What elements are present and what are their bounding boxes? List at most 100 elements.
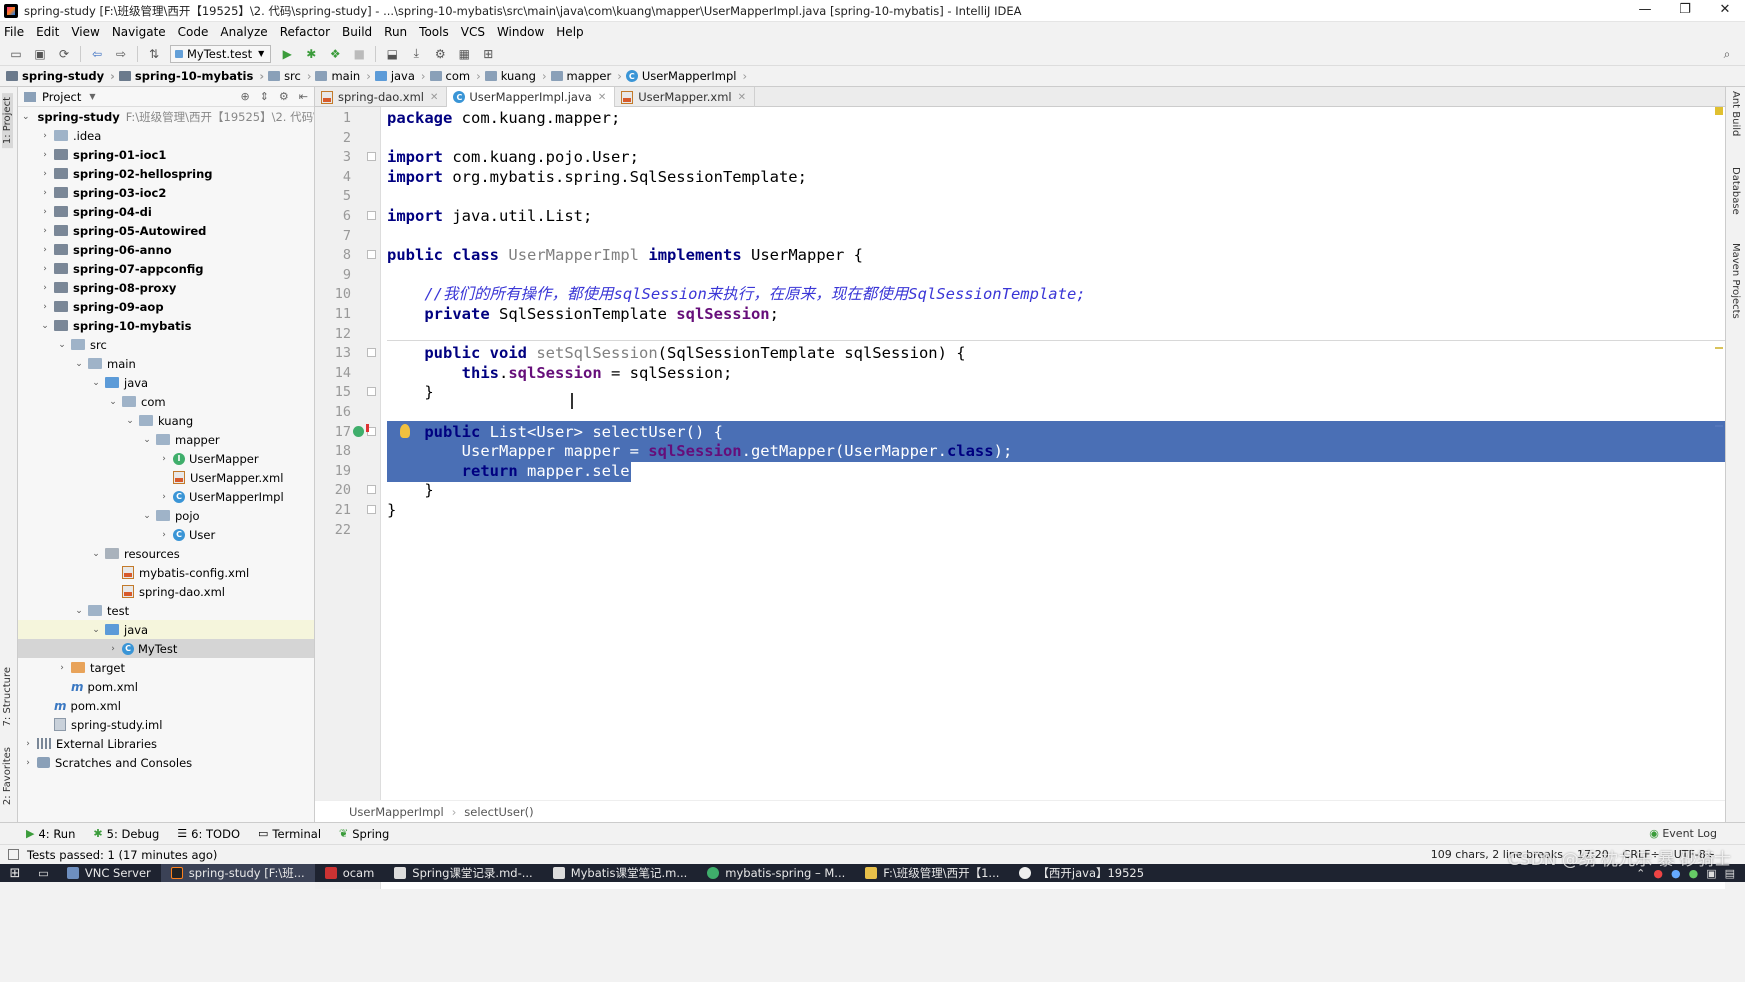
- menu-file[interactable]: File: [4, 25, 24, 39]
- menu-analyze[interactable]: Analyze: [220, 25, 267, 39]
- menu-run[interactable]: Run: [384, 25, 407, 39]
- code-line[interactable]: UserMapper mapper = sqlSession.getMapper…: [387, 440, 1013, 462]
- error-stripe[interactable]: [1713, 107, 1725, 889]
- tool-windows-icon[interactable]: [8, 849, 19, 860]
- code-line[interactable]: }: [387, 499, 396, 521]
- line-number[interactable]: 18: [315, 440, 351, 462]
- taskbar-item[interactable]: 【西开java】19525: [1009, 864, 1154, 882]
- code-line[interactable]: package com.kuang.mapper;: [387, 107, 620, 129]
- tree-item[interactable]: ⌄ kuang: [18, 411, 314, 430]
- code-editor[interactable]: 1 2 3 4 5 6 7 8 9 10 11 12 13 14 15 16 17 18 19 20 21 22 pack…: [315, 107, 1725, 889]
- tree-item[interactable]: m pom.xml: [18, 677, 314, 696]
- tree-item[interactable]: › I UserMapper: [18, 449, 314, 468]
- implements-gutter-icon[interactable]: [353, 424, 369, 437]
- tree-item[interactable]: › .idea: [18, 126, 314, 145]
- code-area[interactable]: package com.kuang.mapper; import com.kuan…: [387, 107, 1725, 889]
- breadcrumb-item[interactable]: src ›: [268, 69, 311, 83]
- line-number[interactable]: 13: [315, 342, 351, 364]
- build-down-icon[interactable]: ⤓: [408, 46, 424, 62]
- fold-icon[interactable]: [367, 250, 376, 259]
- back-icon[interactable]: ⇦: [89, 46, 105, 62]
- chevron-down-icon[interactable]: ⌄: [141, 511, 153, 521]
- open-icon[interactable]: ▭: [8, 46, 24, 62]
- vcs-icon[interactable]: ⇅: [146, 46, 162, 62]
- fold-icon[interactable]: [367, 152, 376, 161]
- code-line[interactable]: return mapper.selectUser();: [387, 460, 714, 482]
- code-line[interactable]: //我们的所有操作，都使用sqlSession来执行，在原来，现在都使用SqlS…: [387, 283, 1085, 305]
- line-number[interactable]: 5: [315, 185, 351, 207]
- code-line[interactable]: this.sqlSession = sqlSession;: [387, 362, 733, 384]
- menu-vcs[interactable]: VCS: [461, 25, 485, 39]
- tree-item[interactable]: ⌄ main: [18, 354, 314, 373]
- chevron-right-icon[interactable]: ›: [39, 207, 51, 217]
- chevron-right-icon[interactable]: ›: [39, 150, 51, 160]
- forward-icon[interactable]: ⇨: [113, 46, 129, 62]
- spring-tool-tab[interactable]: ❦ Spring: [339, 827, 389, 841]
- code-line[interactable]: }: [387, 479, 433, 501]
- menu-help[interactable]: Help: [556, 25, 583, 39]
- line-number[interactable]: 22: [315, 519, 351, 541]
- chevron-right-icon[interactable]: ›: [39, 264, 51, 274]
- line-number[interactable]: 3: [315, 146, 351, 168]
- menu-build[interactable]: Build: [342, 25, 372, 39]
- sync-icon[interactable]: ⟳: [56, 46, 72, 62]
- run-config-select[interactable]: MyTest.test ▼: [170, 44, 272, 63]
- menu-refactor[interactable]: Refactor: [280, 25, 330, 39]
- menu-window[interactable]: Window: [497, 25, 544, 39]
- event-log-button[interactable]: ◉ Event Log: [1649, 827, 1717, 840]
- hide-icon[interactable]: ⇤: [299, 90, 308, 103]
- tree-item[interactable]: mybatis-config.xml: [18, 563, 314, 582]
- project-view-select[interactable]: Project: [42, 90, 81, 104]
- fold-icon[interactable]: [367, 485, 376, 494]
- chevron-down-icon[interactable]: ⌄: [22, 112, 30, 122]
- chevron-right-icon[interactable]: ›: [158, 530, 170, 540]
- tree-item[interactable]: › spring-02-hellospring: [18, 164, 314, 183]
- line-number[interactable]: 16: [315, 401, 351, 423]
- tree-item[interactable]: ⌄ java: [18, 620, 314, 639]
- code-line[interactable]: import org.mybatis.spring.SqlSessionTemp…: [387, 166, 807, 188]
- breadcrumb-item[interactable]: spring-study ›: [6, 69, 115, 83]
- structure-icon[interactable]: ▦: [456, 46, 472, 62]
- tab-usermapperimpl-java[interactable]: C UserMapperImpl.java ✕: [447, 87, 616, 107]
- fold-icon[interactable]: [367, 505, 376, 514]
- debug-tool-tab[interactable]: ✱ 5: Debug: [93, 827, 159, 841]
- taskbar-item[interactable]: spring-study [F:\班...: [160, 864, 315, 882]
- favorites-tool-button[interactable]: 2: Favorites: [2, 747, 13, 805]
- database-tool-button[interactable]: Database: [1730, 167, 1741, 215]
- locate-icon[interactable]: ⊕: [240, 90, 249, 103]
- tree-item[interactable]: › C MyTest: [18, 639, 314, 658]
- minimize-button[interactable]: —: [1625, 0, 1665, 22]
- fold-icon[interactable]: [367, 387, 376, 396]
- line-number[interactable]: 10: [315, 283, 351, 305]
- tree-item[interactable]: › spring-04-di: [18, 202, 314, 221]
- debug-icon[interactable]: ✱: [303, 46, 319, 62]
- search-icon[interactable]: ⌕: [1719, 46, 1735, 62]
- fold-icon[interactable]: [367, 348, 376, 357]
- taskbar-item[interactable]: VNC Server: [57, 864, 161, 882]
- taskbar-item[interactable]: mybatis-spring – M...: [697, 864, 855, 882]
- menu-code[interactable]: Code: [178, 25, 209, 39]
- structure-tool-button[interactable]: 7: Structure: [2, 667, 13, 726]
- tree-item[interactable]: › Scratches and Consoles: [18, 753, 314, 772]
- tree-item[interactable]: › External Libraries: [18, 734, 314, 753]
- chevron-right-icon[interactable]: ›: [39, 226, 51, 236]
- chevron-down-icon[interactable]: ⌄: [39, 321, 51, 331]
- build-icon[interactable]: ⬓: [384, 46, 400, 62]
- tree-item[interactable]: › spring-01-ioc1: [18, 145, 314, 164]
- chevron-down-icon[interactable]: ⌄: [90, 378, 102, 388]
- tree-item[interactable]: spring-study.iml: [18, 715, 314, 734]
- chevron-down-icon[interactable]: ⌄: [90, 625, 102, 635]
- breadcrumb-item[interactable]: java ›: [374, 69, 426, 83]
- tree-item[interactable]: › spring-03-ioc2: [18, 183, 314, 202]
- task-view-icon[interactable]: ▭: [30, 864, 57, 882]
- close-icon[interactable]: ✕: [738, 92, 746, 103]
- tree-item[interactable]: › C User: [18, 525, 314, 544]
- gear-icon[interactable]: ⚙: [279, 90, 289, 103]
- collapse-icon[interactable]: ⇕: [260, 90, 269, 103]
- tree-item[interactable]: ⌄ resources: [18, 544, 314, 563]
- code-line[interactable]: private SqlSessionTemplate sqlSession;: [387, 303, 779, 325]
- code-line[interactable]: import java.util.List;: [387, 205, 592, 227]
- tree-item[interactable]: › spring-06-anno: [18, 240, 314, 259]
- menu-navigate[interactable]: Navigate: [112, 25, 166, 39]
- tree-item[interactable]: › spring-08-proxy: [18, 278, 314, 297]
